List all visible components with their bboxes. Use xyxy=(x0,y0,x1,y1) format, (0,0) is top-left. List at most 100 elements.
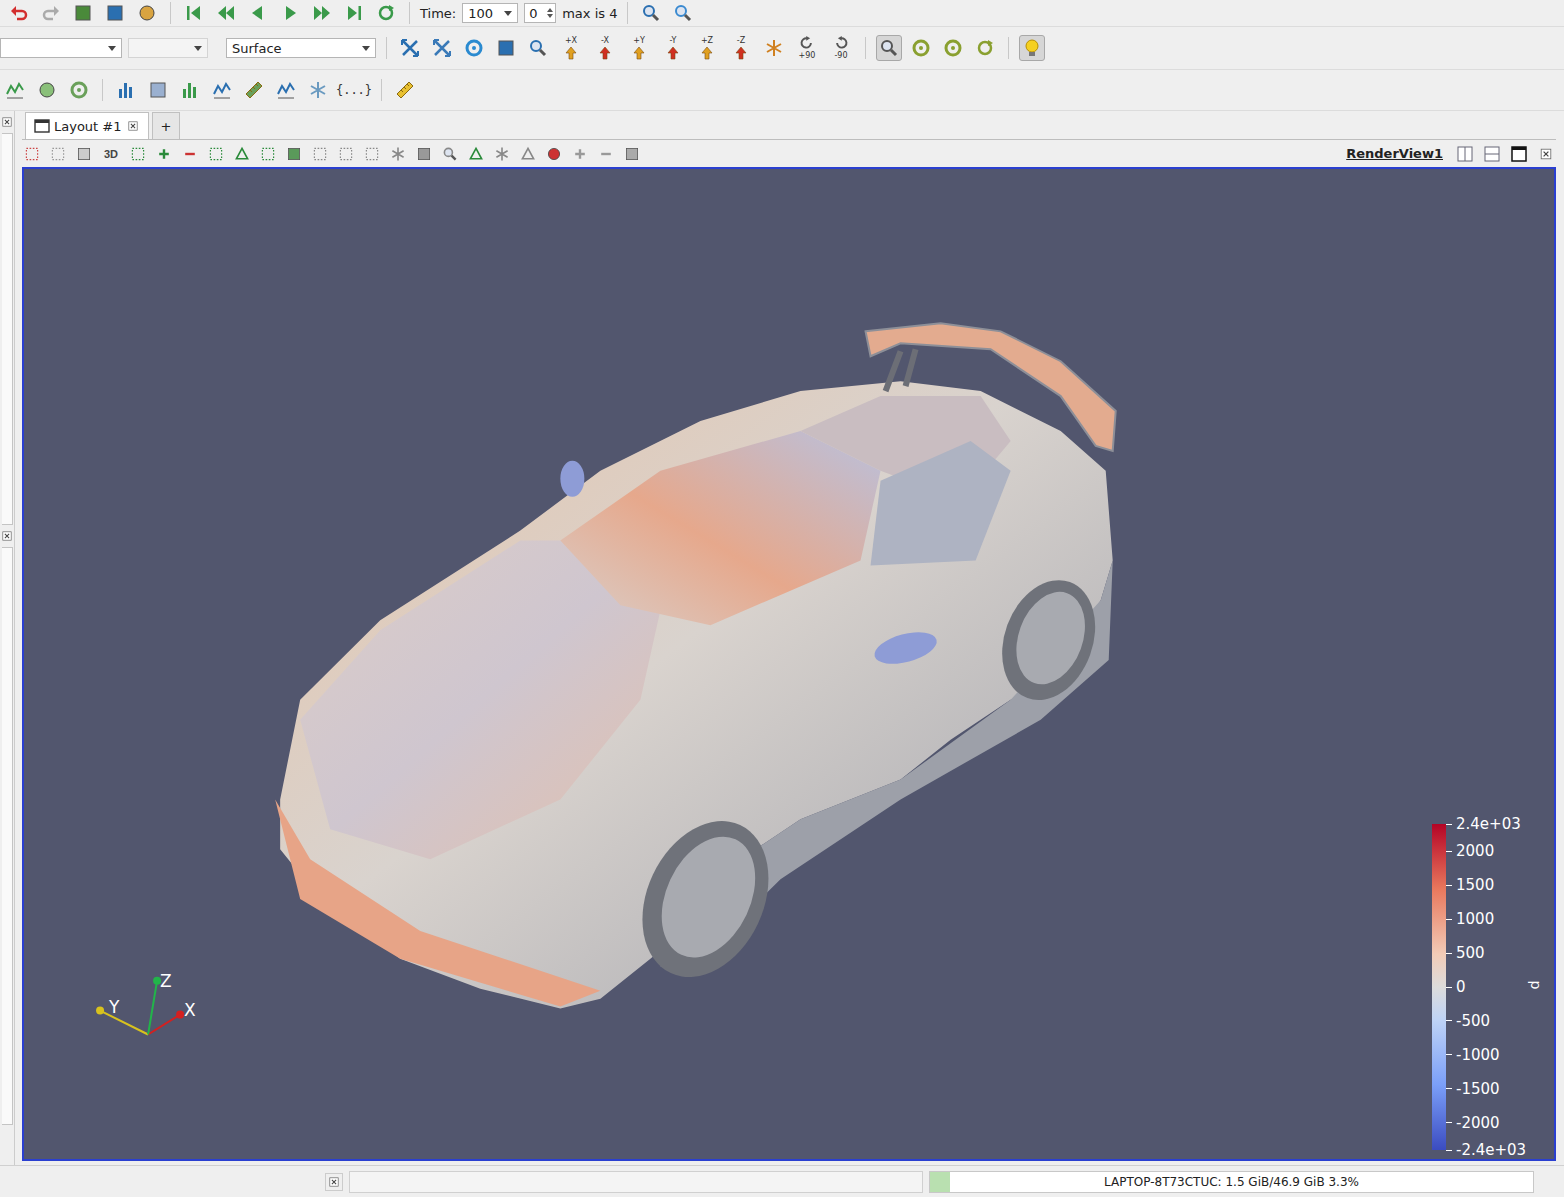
view-tool-button[interactable] xyxy=(414,144,434,164)
view-tool-button[interactable] xyxy=(466,144,486,164)
python-button[interactable]: {...} xyxy=(337,77,371,103)
view-tool-button[interactable] xyxy=(440,144,460,164)
vcr-button[interactable] xyxy=(373,0,399,26)
points-icon xyxy=(390,146,406,162)
view-tool-button[interactable] xyxy=(22,144,42,164)
find-data-icon xyxy=(641,3,661,23)
view-tool-button[interactable] xyxy=(570,144,590,164)
toolbar-button[interactable] xyxy=(102,0,128,26)
view-tool-button[interactable] xyxy=(544,144,564,164)
legend-tick: -500 xyxy=(1446,1012,1490,1030)
filter-button[interactable] xyxy=(241,77,267,103)
first-frame-icon xyxy=(184,3,204,23)
time-combo[interactable]: 100 xyxy=(462,3,518,23)
vcr-button[interactable] xyxy=(213,0,239,26)
camera-tool-button[interactable] xyxy=(525,35,551,61)
filter-button[interactable] xyxy=(209,77,235,103)
filter-button[interactable] xyxy=(2,77,28,103)
toolbar-button[interactable] xyxy=(38,0,64,26)
projection-button[interactable]: 3D xyxy=(100,144,122,164)
vcr-button[interactable] xyxy=(341,0,367,26)
view-name[interactable]: RenderView1 xyxy=(1346,146,1443,161)
split-horizontal-button[interactable] xyxy=(1455,144,1475,164)
vcr-button[interactable] xyxy=(181,0,207,26)
view-tool-button[interactable] xyxy=(492,144,512,164)
view-tool-button[interactable] xyxy=(284,144,304,164)
clear-icon xyxy=(624,146,640,162)
view-tool-button[interactable] xyxy=(362,144,382,164)
isometric-button[interactable] xyxy=(761,35,787,61)
filter-button[interactable] xyxy=(177,77,203,103)
status-close-button[interactable] xyxy=(325,1173,343,1191)
filter-button[interactable] xyxy=(305,77,331,103)
camera-view-button[interactable]: -X xyxy=(591,33,619,63)
toolbar-button[interactable] xyxy=(134,0,160,26)
view-tool-button[interactable] xyxy=(232,144,252,164)
representation-combo[interactable]: Surface xyxy=(226,38,376,58)
view-tool-button[interactable] xyxy=(518,144,538,164)
toolbar-button[interactable] xyxy=(638,0,664,26)
close-icon xyxy=(327,1175,341,1189)
camera-tool-button[interactable] xyxy=(493,35,519,61)
view-toggle-button[interactable] xyxy=(876,35,902,61)
view-tool-button[interactable] xyxy=(180,144,200,164)
ruler-button[interactable] xyxy=(392,77,418,103)
pipeline-combo[interactable] xyxy=(128,38,208,58)
render-view[interactable]: XYZ2.4e+032000150010005000-500-1000-1500… xyxy=(22,167,1556,1161)
view-tool-button[interactable] xyxy=(258,144,278,164)
view-toggle-button[interactable] xyxy=(940,35,966,61)
view-tool-button[interactable] xyxy=(48,144,68,164)
view-tool-button[interactable] xyxy=(206,144,226,164)
separator xyxy=(102,79,103,101)
vcr-button[interactable] xyxy=(245,0,271,26)
pipeline-combo[interactable] xyxy=(0,38,122,58)
view-toggle-button[interactable] xyxy=(908,35,934,61)
camera-view-button[interactable]: -Y xyxy=(659,33,687,63)
close-view-button[interactable] xyxy=(1536,144,1556,164)
view-toggle-button[interactable] xyxy=(972,35,998,61)
toolbar-button[interactable] xyxy=(70,0,96,26)
select-cells-icon xyxy=(24,146,40,162)
vcr-button[interactable] xyxy=(309,0,335,26)
color-bar xyxy=(1432,824,1446,1150)
split-vertical-icon xyxy=(1484,146,1500,162)
view-tool-button[interactable] xyxy=(128,144,148,164)
split-horizontal-icon xyxy=(1457,146,1473,162)
view-tool-button[interactable] xyxy=(336,144,356,164)
view-tool-button[interactable] xyxy=(388,144,408,164)
view-tool-button[interactable] xyxy=(74,144,94,164)
camera-tool-button[interactable] xyxy=(397,35,423,61)
light-kit-button[interactable] xyxy=(1019,35,1045,61)
filter-button[interactable] xyxy=(273,77,299,103)
layout-tab[interactable]: Layout #1 xyxy=(25,112,149,139)
car-model[interactable]: XYZ xyxy=(24,169,1554,1159)
layout-tab[interactable]: + xyxy=(152,112,181,139)
timestep-spinbox[interactable]: 0 xyxy=(524,3,556,23)
camera-tool-button[interactable] xyxy=(429,35,455,61)
axis-arrow-icon xyxy=(664,46,682,60)
view-tool-button[interactable] xyxy=(310,144,330,164)
camera-view-button[interactable]: +X xyxy=(557,33,585,63)
camera-view-button[interactable]: +Z xyxy=(693,33,721,63)
camera-tool-button[interactable] xyxy=(461,35,487,61)
separator xyxy=(409,2,410,24)
view-tool-button[interactable] xyxy=(622,144,642,164)
toolbar-button[interactable] xyxy=(6,0,32,26)
filter-button[interactable] xyxy=(66,77,92,103)
filter-button[interactable] xyxy=(34,77,60,103)
rotate-button[interactable]: -90 xyxy=(827,33,855,63)
filter-button[interactable] xyxy=(145,77,171,103)
poly-select-icon xyxy=(312,146,328,162)
filter-button[interactable] xyxy=(113,77,139,103)
maximize-button[interactable] xyxy=(1509,144,1529,164)
legend-tick: 500 xyxy=(1446,944,1485,962)
camera-view-button[interactable]: +Y xyxy=(625,33,653,63)
rotate-button[interactable]: +90 xyxy=(793,33,821,63)
split-vertical-button[interactable] xyxy=(1482,144,1502,164)
vcr-button[interactable] xyxy=(277,0,303,26)
ruler-icon xyxy=(395,80,415,100)
toolbar-button[interactable] xyxy=(670,0,696,26)
view-tool-button[interactable] xyxy=(154,144,174,164)
view-tool-button[interactable] xyxy=(596,144,616,164)
camera-view-button[interactable]: -Z xyxy=(727,33,755,63)
